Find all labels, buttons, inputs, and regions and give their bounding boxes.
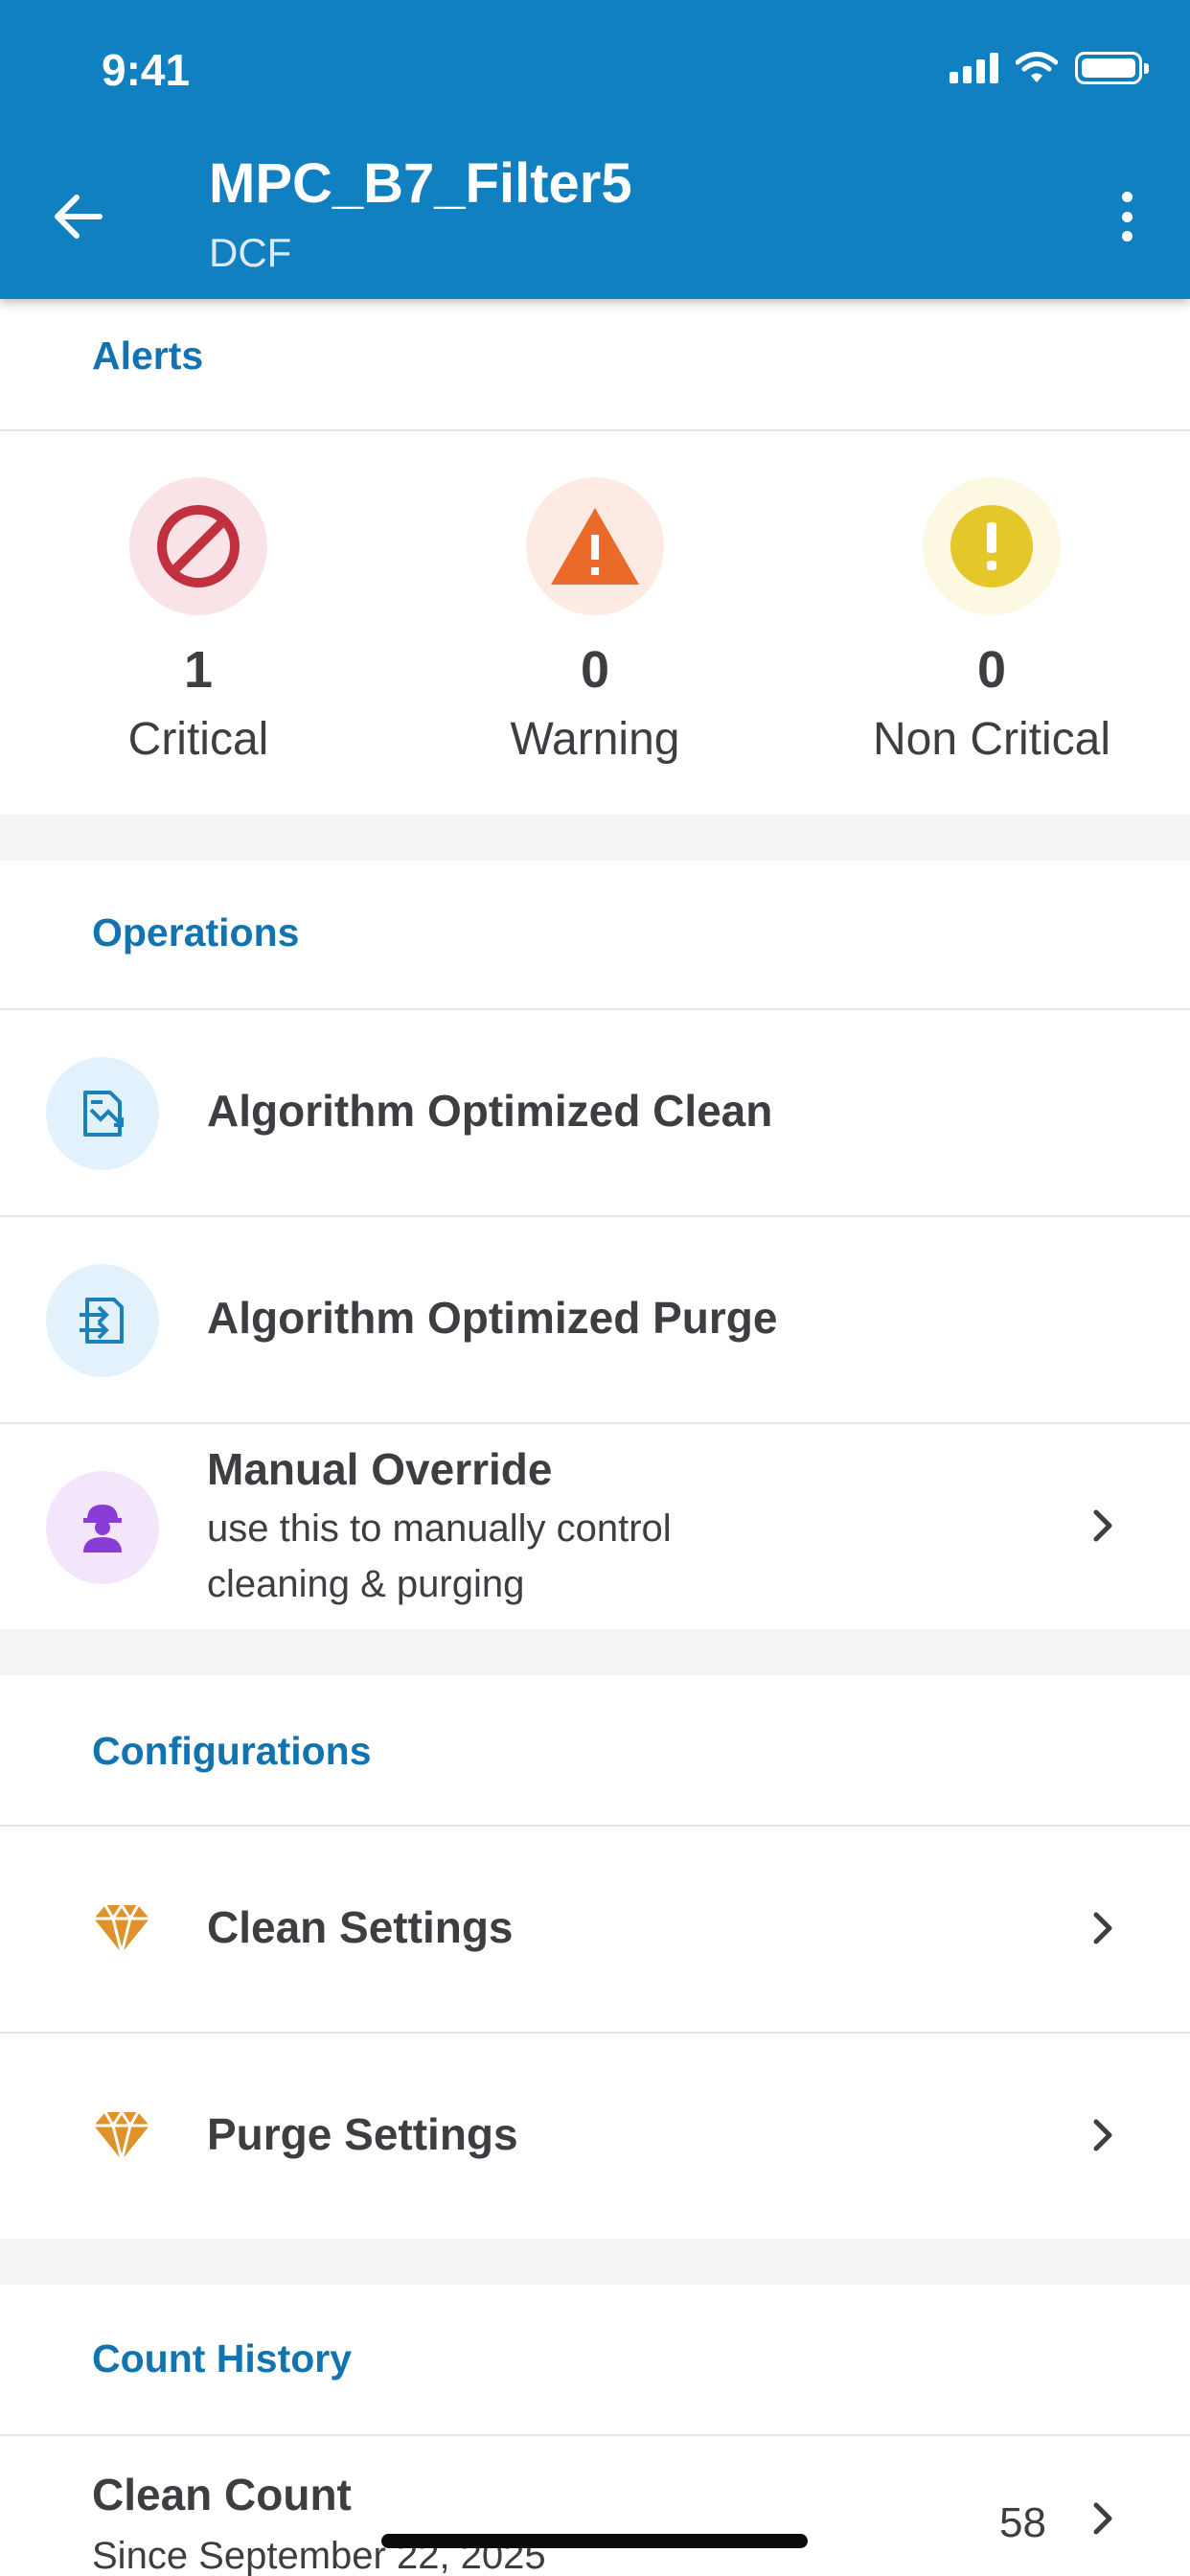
- operation-label: Algorithm Optimized Clean: [207, 1086, 773, 1136]
- configurations-header: Configurations: [0, 1675, 1190, 1827]
- clean-settings-row[interactable]: Clean Settings: [0, 1827, 1190, 2034]
- config-label: Purge Settings: [207, 2109, 518, 2159]
- chevron-right-icon: [1093, 2502, 1112, 2535]
- operations-header: Operations: [0, 861, 1190, 1010]
- chevron-right-icon: [1093, 1912, 1112, 1944]
- warning-triangle-icon: [526, 477, 664, 615]
- manual-override-description-line1: use this to manually control: [207, 1507, 672, 1550]
- page-title: MPC_B7_Filter5: [209, 152, 632, 215]
- manual-override-description-line2: cleaning & purging: [207, 1563, 525, 1605]
- config-label: Clean Settings: [207, 1902, 514, 1952]
- configurations-section: Configurations Clean Settings Purge Sett…: [0, 1675, 1190, 2239]
- alert-count: 0: [976, 641, 1007, 699]
- count-history-section-label: Count History: [92, 2336, 353, 2380]
- operations-section-label: Operations: [92, 910, 300, 954]
- manual-override-label: Manual Override: [207, 1444, 553, 1494]
- chevron-right-icon: [1093, 2119, 1112, 2151]
- home-indicator[interactable]: [381, 2534, 808, 2548]
- count-history-section: Count History Clean Count Since Septembe…: [0, 2285, 1190, 2576]
- page-subtitle: DCF: [209, 230, 292, 275]
- count-history-header: Count History: [0, 2285, 1190, 2436]
- operation-optimized-purge[interactable]: Algorithm Optimized Purge: [0, 1217, 1190, 1424]
- operation-optimized-clean[interactable]: Algorithm Optimized Clean: [0, 1010, 1190, 1217]
- app-bar: 9:41 MPC_B7_Filter5 DCF: [0, 0, 1190, 299]
- purge-settings-row[interactable]: Purge Settings: [0, 2034, 1190, 2241]
- more-options-icon[interactable]: [1117, 192, 1136, 242]
- diamond-icon: [94, 2110, 149, 2161]
- diamond-icon: [94, 1903, 149, 1954]
- alerts-section-label: Alerts: [92, 334, 204, 378]
- alert-label: Critical: [127, 714, 269, 765]
- alert-critical[interactable]: 1 Critical: [0, 431, 397, 815]
- wifi-icon: [1016, 52, 1058, 82]
- optimized-purge-icon: [46, 1264, 159, 1377]
- operation-label: Algorithm Optimized Purge: [207, 1293, 778, 1343]
- worker-icon: [46, 1471, 159, 1584]
- chevron-right-icon: [1093, 1509, 1112, 1542]
- alert-warning[interactable]: 0 Warning: [397, 431, 793, 815]
- exclamation-circle-icon: [923, 477, 1061, 615]
- alert-non-critical[interactable]: 0 Non Critical: [793, 431, 1190, 815]
- battery-icon: [1075, 52, 1149, 84]
- clean-count-row[interactable]: Clean Count Since September 22, 2025 58: [0, 2436, 1190, 2576]
- status-icons: [950, 52, 1149, 84]
- operation-manual-override[interactable]: Manual Override use this to manually con…: [0, 1424, 1190, 1631]
- cellular-signal-icon: [950, 53, 998, 83]
- alerts-header: Alerts: [0, 299, 1190, 431]
- alert-count: 0: [580, 641, 610, 699]
- alert-label: Warning: [510, 714, 680, 765]
- status-time: 9:41: [102, 45, 191, 95]
- alerts-section: Alerts 1 Critical 0 Warning 0 Non Critic…: [0, 299, 1190, 815]
- optimized-clean-icon: [46, 1057, 159, 1170]
- configurations-section-label: Configurations: [92, 1729, 372, 1773]
- alert-label: Non Critical: [872, 714, 1111, 765]
- count-label: Clean Count: [92, 2470, 352, 2519]
- back-arrow-icon[interactable]: [50, 188, 107, 245]
- alert-count: 1: [183, 641, 214, 699]
- operations-section: Operations Algorithm Optimized Clean Alg…: [0, 861, 1190, 1629]
- alerts-summary: 1 Critical 0 Warning 0 Non Critical: [0, 431, 1190, 815]
- prohibited-icon: [129, 477, 267, 615]
- count-value: 58: [999, 2499, 1046, 2546]
